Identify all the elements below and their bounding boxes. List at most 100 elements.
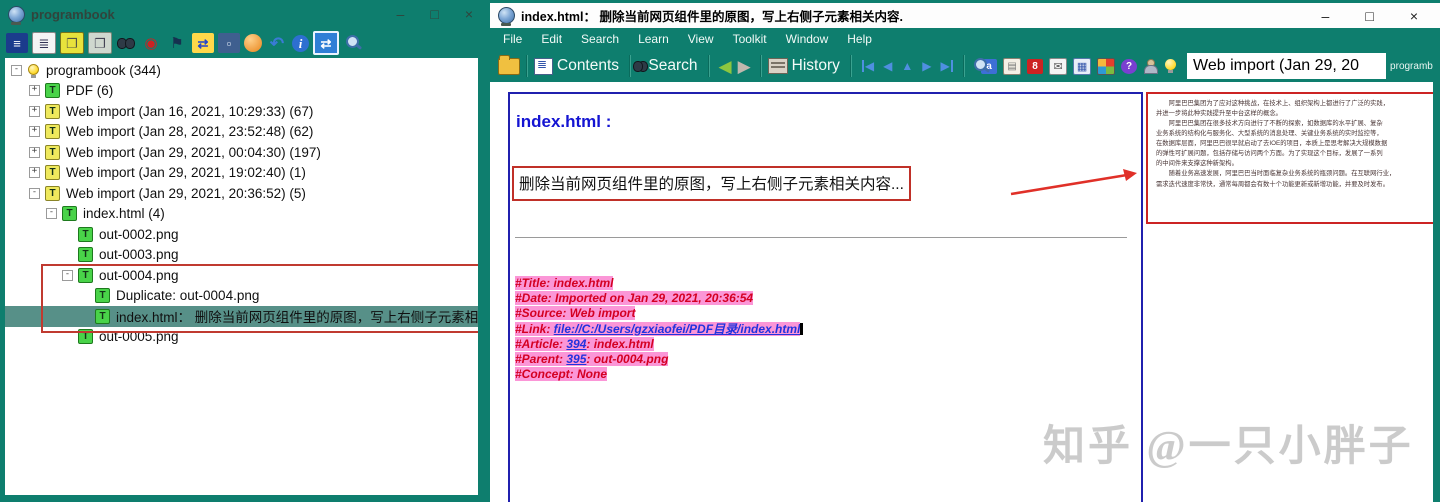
element-title-combo[interactable]: Web import (Jan 29, 20: [1187, 53, 1387, 79]
forward-arrow-icon[interactable]: ▶: [738, 58, 751, 75]
next-element-icon[interactable]: ▶: [922, 60, 931, 72]
tree-row-out0002[interactable]: T out-0002.png: [5, 224, 478, 245]
help-icon[interactable]: ?: [1121, 58, 1138, 74]
last-element-icon[interactable]: ▶: [940, 60, 953, 72]
tree-row-webimport-5[interactable]: - T Web import (Jan 29, 2021, 20:36:52) …: [5, 183, 478, 204]
menu-view[interactable]: View: [688, 32, 714, 46]
tree-row-indexhtml-selected[interactable]: T index.html： 删除当前网页组件里的原图，写上右侧子元素相关: [5, 306, 478, 327]
tree-row-label: Web import (Jan 29, 2021, 19:02:40) (1): [66, 165, 306, 181]
meta-title: #Title: index.html: [515, 276, 614, 290]
prev-element-icon[interactable]: ◀: [883, 60, 892, 72]
horizontal-rule: [515, 237, 1127, 238]
tree-row-programbook[interactable]: - programbook (344): [5, 60, 478, 81]
expand-icon[interactable]: +: [29, 85, 40, 97]
menu-toolkit[interactable]: Toolkit: [733, 32, 767, 46]
zoom-icon[interactable]: [971, 56, 988, 76]
meta-link[interactable]: file://C:/Users/gzxiaofei/PDF目录/index.ht…: [554, 322, 801, 336]
tree-row-webimport-2[interactable]: + T Web import (Jan 28, 2021, 23:52:48) …: [5, 122, 478, 143]
tree-row-pdf[interactable]: + T PDF (6): [5, 81, 478, 102]
first-element-icon[interactable]: ◀: [861, 60, 874, 72]
collapse-icon[interactable]: -: [46, 208, 57, 220]
knowledge-tree: - programbook (344) + T PDF (6) + T Web …: [5, 58, 478, 495]
search-button[interactable]: Search: [648, 57, 697, 75]
expand-icon[interactable]: +: [29, 146, 40, 158]
menu-search[interactable]: Search: [581, 32, 619, 46]
schedule-icon[interactable]: ▦: [1073, 57, 1092, 75]
expand-icon[interactable]: +: [29, 167, 40, 179]
tree-row-duplicate-out0004[interactable]: T Duplicate: out-0004.png: [5, 286, 478, 307]
search-binoculars-icon[interactable]: [633, 57, 649, 75]
tree-row-out0004[interactable]: - T out-0004.png: [5, 265, 478, 286]
menu-edit[interactable]: Edit: [541, 32, 562, 46]
collapse-icon[interactable]: -: [11, 64, 22, 76]
info-icon[interactable]: i: [292, 34, 309, 52]
parent-element-icon[interactable]: ▲: [901, 60, 913, 72]
source-image-thumbnail[interactable]: 阿里巴巴集团为了应对这种挑战，在技术上、组织架构上都进行了广泛的实践， 并进一步…: [1146, 92, 1433, 224]
google-icon[interactable]: 8: [1027, 58, 1044, 74]
save-icon[interactable]: ▫: [218, 33, 240, 53]
history-button[interactable]: History: [792, 57, 840, 75]
magnifier-icon[interactable]: [343, 33, 363, 53]
minimize-button[interactable]: –: [397, 7, 405, 21]
lightbulb-icon[interactable]: [1164, 59, 1177, 73]
priority-flag-icon[interactable]: ⚑: [166, 33, 188, 53]
close-button[interactable]: ×: [1410, 9, 1418, 23]
maximize-button[interactable]: □: [430, 7, 438, 21]
main-window-edge: [1433, 28, 1440, 502]
meta-source: #Source: Web import: [515, 306, 636, 321]
toggle-panel-icon[interactable]: ⇄: [313, 31, 339, 55]
tree-row-indexhtml-parent[interactable]: - T index.html (4): [5, 204, 478, 225]
import-export-icon[interactable]: ⇄: [192, 33, 214, 53]
menu-learn[interactable]: Learn: [638, 32, 669, 46]
tree-row-out0005[interactable]: T out-0005.png: [5, 327, 478, 348]
tree-row-label: out-0003.png: [99, 247, 179, 263]
back-arrow-icon[interactable]: ◀: [719, 58, 732, 75]
undo-icon[interactable]: ↶: [266, 33, 288, 53]
mail-icon[interactable]: ✉: [1049, 57, 1068, 75]
maximize-button[interactable]: □: [1365, 9, 1373, 23]
tree-row-webimport-4[interactable]: + T Web import (Jan 29, 2021, 19:02:40) …: [5, 163, 478, 184]
tree-row-webimport-3[interactable]: + T Web import (Jan 29, 2021, 00:04:30) …: [5, 142, 478, 163]
meta-concept: #Concept: None: [515, 367, 608, 382]
tree-row-label: index.html (4): [83, 206, 165, 222]
element-display-area: index.html : 删除当前网页组件里的原图，写上右侧子元素相关内容...…: [490, 82, 1433, 502]
tree-row-label: Web import (Jan 28, 2021, 23:52:48) (62): [66, 124, 314, 140]
expand-icon[interactable]: +: [29, 105, 40, 117]
meta-parent-link[interactable]: 395: [566, 352, 586, 366]
topic-icon: T: [45, 144, 60, 160]
search-binoculars-icon[interactable]: [116, 34, 136, 52]
menu-file[interactable]: File: [503, 32, 522, 46]
minimize-button[interactable]: –: [1322, 9, 1330, 23]
programbook-toolbar: ≡ ≣ ❐ ❐ ◉ ⚑ ⇄ ▫ ↶ i ⇄: [0, 28, 487, 58]
close-button[interactable]: ×: [465, 7, 473, 21]
text-caret: [800, 322, 804, 335]
tree-row-out0003[interactable]: T out-0003.png: [5, 245, 478, 266]
paste-icon[interactable]: ❐: [88, 32, 112, 54]
meta-article-rest: : index.html: [586, 336, 654, 351]
copy-topics-icon[interactable]: ❐: [60, 32, 84, 54]
contents-icon[interactable]: [534, 57, 553, 75]
supermemo-globe-icon: [498, 7, 515, 26]
tree-row-label: Web import (Jan 16, 2021, 10:29:33) (67): [66, 103, 314, 119]
contents-icon[interactable]: ≡: [6, 33, 28, 53]
meta-date: #Date: Imported on Jan 29, 2021, 20:36:5…: [515, 291, 754, 306]
windows-icon[interactable]: [1097, 57, 1116, 75]
history-icon[interactable]: [767, 58, 788, 74]
tree-row-webimport-1[interactable]: + T Web import (Jan 16, 2021, 10:29:33) …: [5, 101, 478, 122]
outline-icon[interactable]: ≣: [32, 32, 56, 54]
meta-article-link[interactable]: 394: [566, 337, 586, 351]
element-toolbar: Contents Search ◀ ▶ History ◀ ◀ ▲ ▶ ▶ a …: [490, 50, 1440, 82]
menu-window[interactable]: Window: [786, 32, 829, 46]
contents-button[interactable]: Contents: [557, 57, 619, 75]
commit-icon[interactable]: [244, 34, 262, 52]
view-eye-icon[interactable]: ◉: [140, 33, 162, 53]
menu-help[interactable]: Help: [847, 32, 872, 46]
account-icon[interactable]: [1143, 58, 1159, 74]
collapse-icon[interactable]: -: [29, 187, 40, 199]
expand-icon[interactable]: +: [29, 126, 40, 138]
element-body-text-annotated[interactable]: 删除当前网页组件里的原图，写上右侧子元素相关内容...: [512, 166, 911, 201]
collapse-icon[interactable]: -: [62, 269, 73, 281]
topic-icon: T: [78, 267, 93, 283]
dictionary-icon[interactable]: ▤: [1003, 57, 1022, 75]
open-collection-icon[interactable]: [498, 54, 520, 75]
